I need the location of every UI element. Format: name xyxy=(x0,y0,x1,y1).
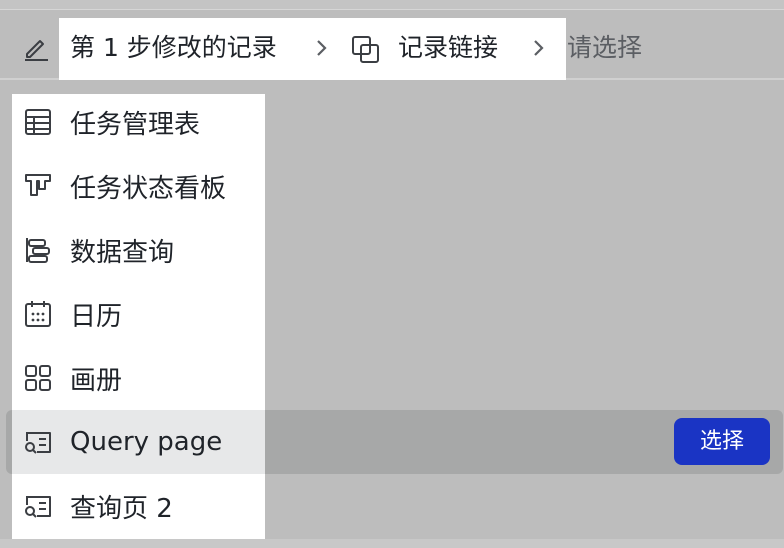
table-icon xyxy=(25,109,51,135)
menu-item-query-page-2[interactable]: 查询页 2 xyxy=(12,474,265,538)
breadcrumb-placeholder: 请选择 xyxy=(567,33,643,62)
query-page-icon xyxy=(25,496,51,518)
menu-item-label: 任务管理表 xyxy=(70,109,201,140)
menu-item-calendar[interactable]: 日历 xyxy=(12,282,265,346)
select-button[interactable]: 选择 xyxy=(674,418,770,465)
menu-item-label: 查询页 2 xyxy=(70,493,173,524)
chevron-right-icon xyxy=(317,40,327,56)
menu-item-label: 日历 xyxy=(70,301,123,332)
top-border xyxy=(0,0,784,10)
breadcrumb-record-link[interactable]: 记录链接 xyxy=(398,30,498,66)
menu-item-data-query[interactable]: 数据查询 xyxy=(12,218,265,282)
menu-item-task-table[interactable]: 任务管理表 xyxy=(12,90,265,154)
chevron-right-icon xyxy=(534,40,544,56)
breadcrumb-step-record[interactable]: 第 1 步修改的记录 xyxy=(70,30,277,66)
menu-item-label: Query page xyxy=(70,427,223,457)
menu-item-query-page[interactable]: Query page xyxy=(12,410,265,474)
menu-item-task-kanban[interactable]: 任务状态看板 xyxy=(12,154,265,218)
query-page-icon xyxy=(25,432,51,454)
menu-item-gallery[interactable]: 画册 xyxy=(12,346,265,410)
record-link-icon xyxy=(352,36,379,63)
gantt-icon xyxy=(26,238,50,263)
calendar-icon xyxy=(25,301,51,327)
bottom-border xyxy=(0,539,784,548)
breadcrumb-bar: 第 1 步修改的记录 记录链接 请选择 xyxy=(0,10,784,80)
menu-item-label: 画册 xyxy=(70,365,123,396)
edit-icon xyxy=(25,40,48,61)
menu-item-label: 数据查询 xyxy=(70,237,175,268)
menu-item-label: 任务状态看板 xyxy=(70,173,227,204)
kanban-icon xyxy=(25,174,51,196)
gallery-icon xyxy=(25,365,51,391)
